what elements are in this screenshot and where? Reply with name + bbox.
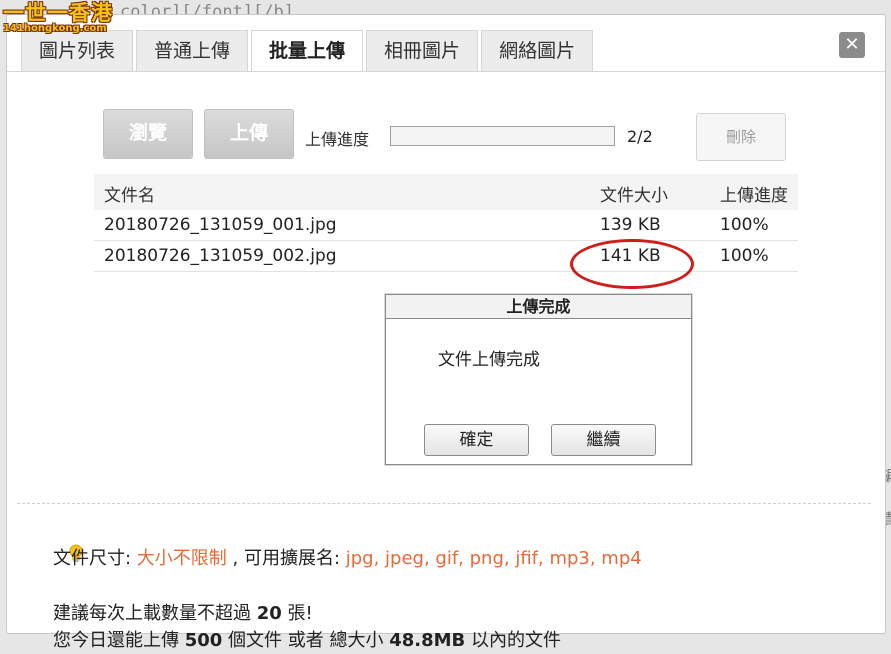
table-header: 文件名 文件大小 上傳進度 <box>94 174 798 210</box>
info-quota-suffix: 以內的文件 <box>465 630 561 651</box>
info-quota-prefix: 您今日還能上傳 <box>53 630 185 651</box>
upload-complete-modal: 上傳完成 文件上傳完成 確定 繼續 <box>385 294 692 465</box>
modal-title: 上傳完成 <box>386 295 691 319</box>
upload-progress-fill <box>391 127 614 145</box>
delete-button[interactable]: 刪除 <box>696 113 786 161</box>
file-name: 20180726_131059_002.jpg <box>104 246 337 266</box>
confirm-button[interactable]: 確定 <box>424 424 529 456</box>
red-circle-annotation <box>570 239 694 289</box>
info-batch-count: 20 <box>256 603 282 624</box>
upload-button[interactable]: 上傳 <box>204 109 294 159</box>
tab-batch-upload[interactable]: 批量上傳 <box>251 30 364 72</box>
continue-button[interactable]: 繼續 <box>551 424 656 456</box>
modal-message: 文件上傳完成 <box>438 350 540 370</box>
site-watermark-logo: 一世一香港 141hongkong.com <box>3 2 113 34</box>
tab-album-images[interactable]: 相冊圖片 <box>366 30 479 71</box>
upload-dialog: 圖片列表 普通上傳 批量上傳 相冊圖片 網絡圖片 ✕ 瀏覽 上傳 上傳進度 2/… <box>6 14 886 651</box>
progress-label: 上傳進度 <box>305 130 370 149</box>
divider <box>17 503 871 504</box>
file-size: 139 KB <box>600 215 661 235</box>
info-size-prefix: 文件尺寸: <box>53 548 137 569</box>
info-quota-files: 500 <box>184 630 223 651</box>
tab-divider <box>7 71 885 72</box>
tab-normal-upload[interactable]: 普通上傳 <box>136 30 249 71</box>
browse-button[interactable]: 瀏覽 <box>103 109 193 159</box>
info-batch-suffix: 張! <box>281 603 313 624</box>
watermark-title: 一世一香港 <box>3 0 113 25</box>
tab-bar: 圖片列表 普通上傳 批量上傳 相冊圖片 網絡圖片 <box>21 30 596 72</box>
file-progress: 100% <box>720 246 769 266</box>
table-row[interactable]: 20180726_131059_001.jpg 139 KB 100% <box>94 210 798 241</box>
watermark-url: 141hongkong.com <box>3 23 107 34</box>
info-extensions: jpg, jpeg, gif, png, jfif, mp3, mp4 <box>345 548 642 569</box>
header-filename: 文件名 <box>104 186 155 206</box>
tab-web-images[interactable]: 網絡圖片 <box>481 30 594 71</box>
file-progress: 100% <box>720 215 769 235</box>
info-quota-size: 48.8MB <box>389 630 466 651</box>
close-icon[interactable]: ✕ <box>839 32 865 58</box>
upload-info: 文件尺寸: 大小不限制 , 可用擴展名: jpg, jpeg, gif, png… <box>25 517 642 654</box>
progress-count: 2/2 <box>627 127 653 146</box>
header-filesize: 文件大小 <box>600 186 668 206</box>
info-batch-prefix: 建議每次上載數量不超過 <box>53 603 257 624</box>
info-ext-prefix: , 可用擴展名: <box>226 548 346 569</box>
upload-progress-bar <box>390 126 615 146</box>
info-quota-mid: 個文件 或者 總大小 <box>222 630 390 651</box>
header-progress: 上傳進度 <box>720 186 788 206</box>
tab-image-list[interactable]: 圖片列表 <box>21 30 134 71</box>
lightbulb-icon <box>25 517 83 600</box>
file-table: 文件名 文件大小 上傳進度 20180726_131059_001.jpg 13… <box>94 174 798 272</box>
info-size-value: 大小不限制 <box>136 548 227 569</box>
file-name: 20180726_131059_001.jpg <box>104 215 337 235</box>
